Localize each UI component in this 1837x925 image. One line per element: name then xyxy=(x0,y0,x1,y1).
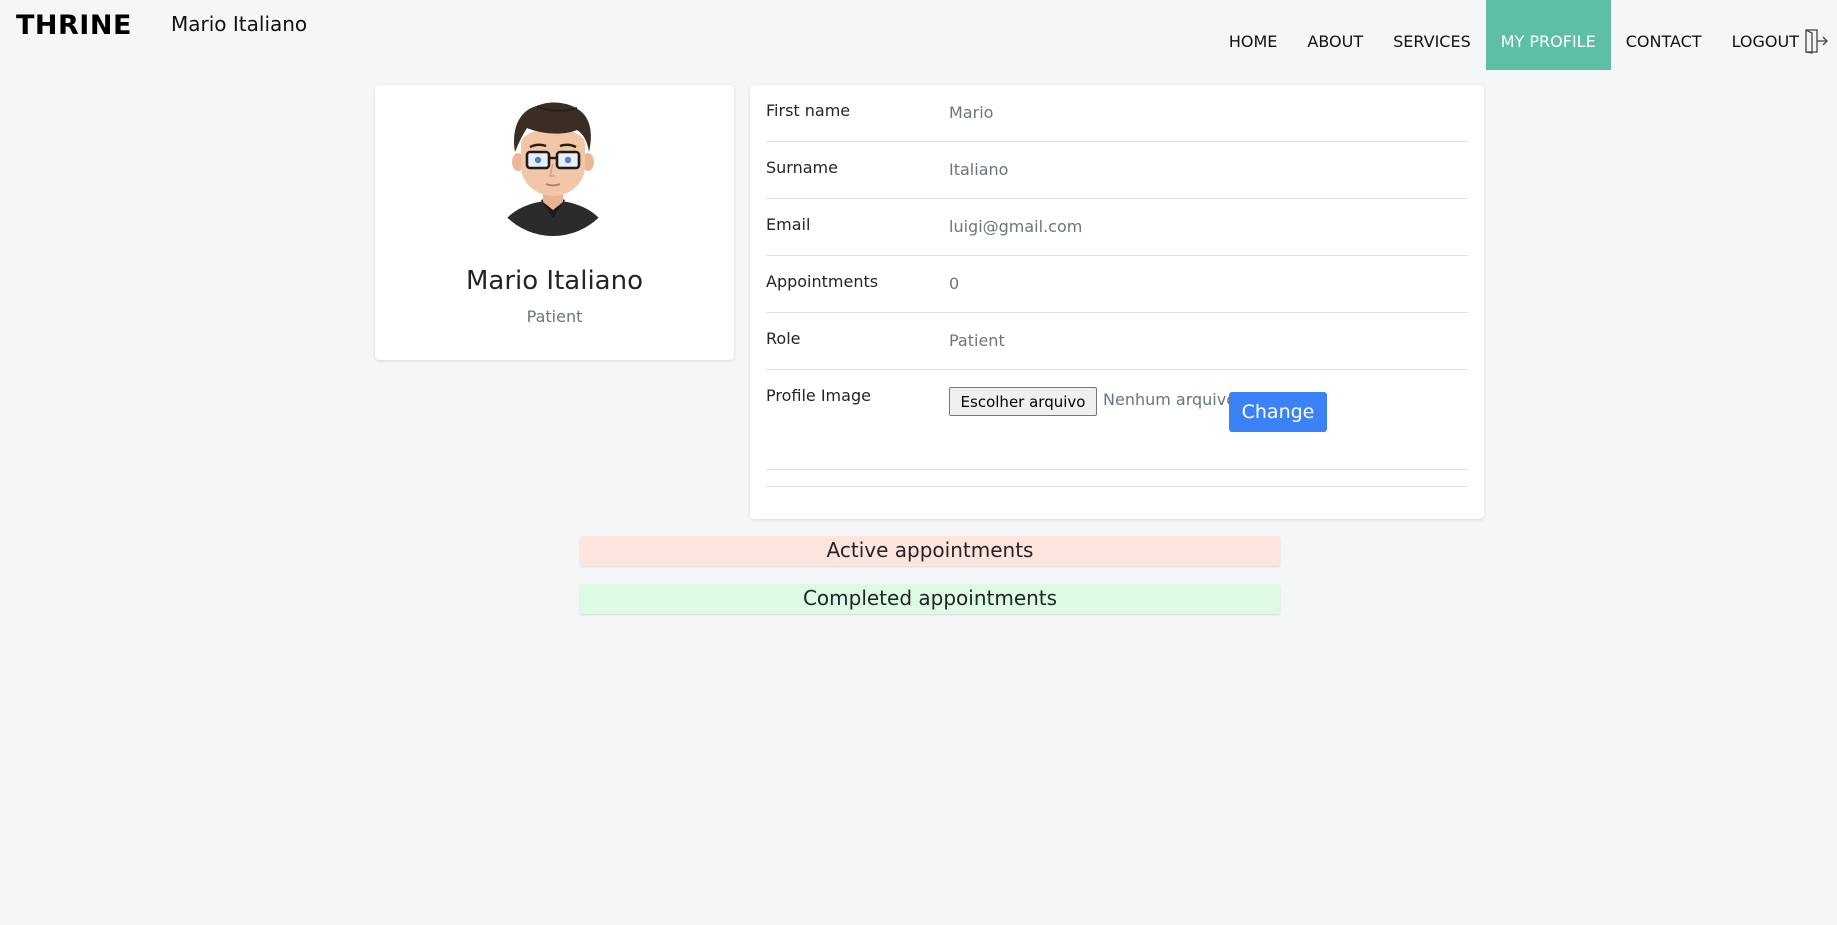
email-value: luigi@gmail.com xyxy=(949,217,1083,236)
first-name-label: First name xyxy=(766,101,851,120)
nav-link-logout[interactable]: LOGOUT xyxy=(1717,0,1837,70)
surname-value: Italiano xyxy=(949,160,1009,179)
surname-label: Surname xyxy=(766,158,838,177)
appointments-row: Appointments 0 xyxy=(766,256,1468,313)
role-label: Role xyxy=(766,329,801,348)
active-appointments-header[interactable]: Active appointments xyxy=(580,536,1280,566)
navbar: THRINE Mario Italiano HOME ABOUT SERVICE… xyxy=(0,0,1837,70)
nav-user-name: Mario Italiano xyxy=(171,12,308,36)
role-row: Role Patient xyxy=(766,313,1468,370)
nav-link-about[interactable]: ABOUT xyxy=(1292,0,1378,70)
choose-file-button[interactable]: Escolher arquivo xyxy=(949,387,1097,416)
profile-image-row: Profile Image Escolher arquivo Nenhum ar… xyxy=(766,370,1468,470)
role-value: Patient xyxy=(949,331,1005,350)
nav-link-services[interactable]: SERVICES xyxy=(1378,0,1486,70)
profile-card: Mario Italiano Patient xyxy=(375,85,734,360)
brand-logo[interactable]: THRINE xyxy=(16,10,132,41)
logout-label: LOGOUT xyxy=(1731,31,1799,51)
file-status-text: Nenhum arquivo escolhido xyxy=(1103,390,1231,409)
profile-info-card: First name Mario Surname Italiano Email … xyxy=(750,85,1484,519)
appointments-value: 0 xyxy=(949,274,960,293)
email-label: Email xyxy=(766,215,811,234)
nav-link-contact[interactable]: CONTACT xyxy=(1611,0,1717,70)
profile-image-label: Profile Image xyxy=(766,386,871,405)
first-name-row: First name Mario xyxy=(766,85,1468,142)
profile-name: Mario Italiano xyxy=(465,266,643,296)
surname-row: Surname Italiano xyxy=(766,142,1468,199)
nav-link-home[interactable]: HOME xyxy=(1214,0,1293,70)
profile-role: Patient xyxy=(526,307,583,326)
avatar-image xyxy=(497,102,609,236)
logout-icon xyxy=(1805,29,1828,54)
divider xyxy=(766,486,1468,487)
first-name-value: Mario xyxy=(949,103,994,122)
nav-links: HOME ABOUT SERVICES MY PROFILE CONTACT L… xyxy=(1214,0,1837,70)
completed-appointments-header[interactable]: Completed appointments xyxy=(580,584,1280,614)
nav-link-my-profile[interactable]: MY PROFILE xyxy=(1485,0,1611,70)
email-row: Email luigi@gmail.com xyxy=(766,199,1468,256)
change-button[interactable]: Change xyxy=(1229,392,1327,432)
appointments-label: Appointments xyxy=(766,272,879,291)
